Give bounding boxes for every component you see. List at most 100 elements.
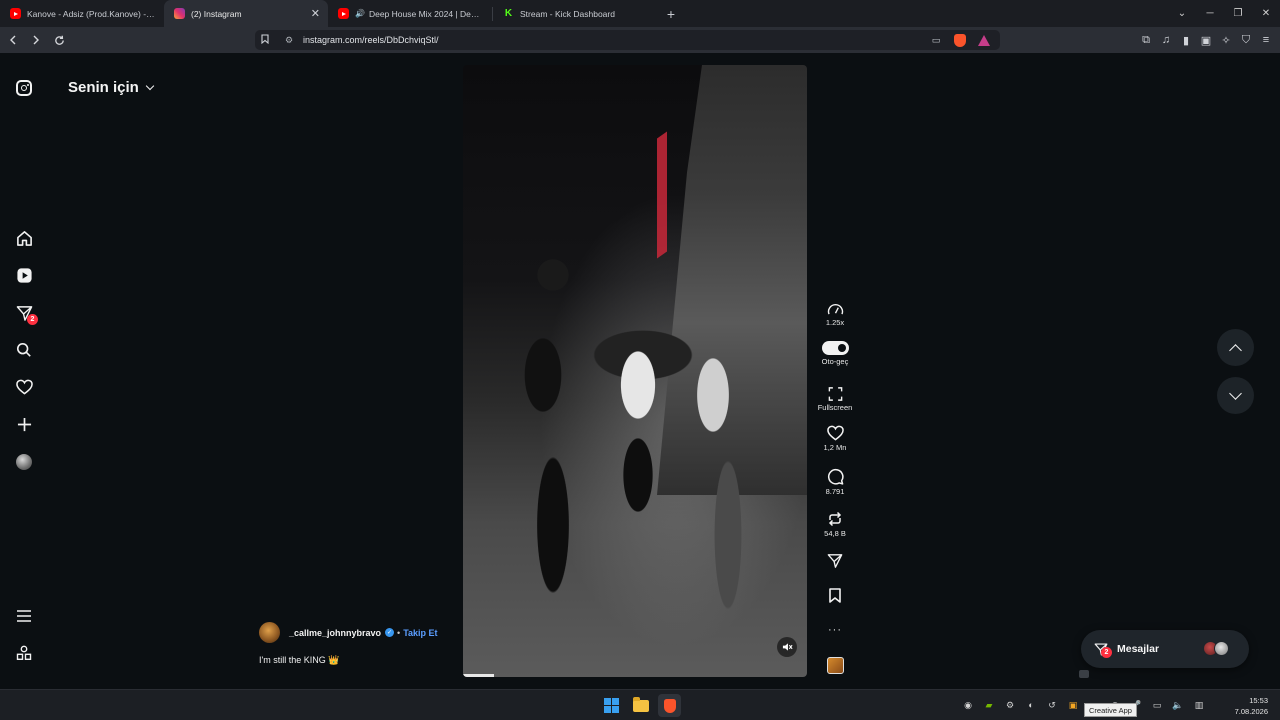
browser-toolbar: ⚙ instagram.com/reels/DbDchviqStl/ ▭ ⧉ ♫… [0, 27, 1280, 53]
nvidia-icon[interactable]: ▰ [981, 697, 997, 713]
reel-caption[interactable]: I'm still the KING 👑 [259, 655, 339, 666]
forward-button[interactable] [26, 30, 46, 50]
bookmark-icon[interactable] [255, 33, 275, 47]
mute-icon[interactable] [777, 637, 797, 657]
back-button[interactable] [3, 30, 23, 50]
fullscreen-label: Fullscreen [817, 403, 853, 412]
tab-search-chevron-icon[interactable]: ⌄ [1168, 0, 1196, 27]
browser-extensions: ⧉ ♫ ▮ ▣ ✧ ⛉ ≡ [1136, 30, 1276, 50]
repost-button[interactable]: 54,8 B [815, 511, 855, 538]
heart-icon[interactable] [14, 377, 34, 397]
profile-avatar[interactable] [14, 452, 34, 472]
scroll-indicator [1079, 670, 1089, 678]
reel-author: _callme_johnnybravo ✓ • Takip Et [259, 622, 438, 643]
extensions-icon[interactable]: ⧉ [1136, 30, 1156, 50]
menu-icon[interactable]: ≡ [1256, 30, 1276, 50]
previous-reel-button[interactable] [1217, 329, 1254, 366]
sidebar-icon[interactable]: ▮ [1176, 30, 1196, 50]
tab-deep-house[interactable]: 🔊 Deep House Mix 2024 | Deep House [328, 0, 492, 27]
creative-app-icon[interactable]: ▣ [1065, 697, 1081, 713]
instagram-logo-icon[interactable] [16, 80, 32, 96]
author-avatar[interactable] [259, 622, 280, 643]
address-bar[interactable]: ⚙ instagram.com/reels/DbDchviqStl/ ▭ [255, 30, 1000, 50]
speed-label: 1.25x [825, 318, 845, 327]
messages-label: Mesajlar [1117, 643, 1160, 655]
direct-messages-icon[interactable]: 2 [14, 303, 38, 325]
notification-badge: 2 [27, 314, 38, 325]
windows-logo-icon [603, 697, 620, 714]
follow-button[interactable]: Takip Et [403, 628, 437, 638]
brave-browser-button[interactable] [658, 694, 681, 717]
wallet-icon[interactable]: ▣ [1196, 30, 1216, 50]
vpn-icon[interactable]: ⛉ [1236, 30, 1256, 50]
search-icon[interactable] [14, 340, 34, 360]
create-plus-icon[interactable] [14, 414, 34, 434]
system-clock[interactable]: 15:53 7.08.2026 [1235, 695, 1268, 717]
speaker-icon[interactable]: 🔊 [355, 9, 365, 18]
chevron-up-icon [1229, 343, 1242, 357]
file-explorer-button[interactable] [629, 694, 652, 717]
more-options-button[interactable]: ··· [815, 622, 855, 636]
author-username[interactable]: _callme_johnnybravo [289, 628, 381, 638]
save-button[interactable] [815, 588, 855, 603]
messages-badge: 2 [1101, 647, 1112, 658]
feed-selector[interactable]: Senin için [68, 79, 155, 96]
chevron-down-icon [1229, 386, 1242, 400]
chevron-down-icon [145, 81, 155, 90]
youtube-icon [338, 8, 349, 19]
obs-icon[interactable]: ◉ [960, 697, 976, 713]
minimize-icon[interactable]: ─ [1196, 0, 1224, 27]
next-reel-button[interactable] [1217, 377, 1254, 414]
window-controls: ⌄ ─ ❐ ✕ [1168, 0, 1280, 27]
also-from-meta-icon[interactable] [14, 643, 34, 663]
url-text[interactable]: instagram.com/reels/DbDchviqStl/ [303, 35, 928, 45]
display-icon[interactable]: ▭ [1149, 697, 1165, 713]
volume-icon[interactable]: 🔈 [1170, 697, 1186, 713]
home-icon[interactable] [14, 228, 34, 248]
video-progress-bar[interactable] [463, 674, 494, 677]
messages-button[interactable]: 2 Mesajlar [1081, 630, 1249, 668]
brave-shields-icon[interactable] [952, 33, 968, 47]
discord-icon[interactable]: ◐ [1023, 697, 1039, 713]
tray-tooltip: Creative App [1084, 703, 1137, 717]
clock-date: 7.08.2026 [1234, 707, 1268, 716]
tab-title: Kanove - Adsiz (Prod.Kanove) - YouTube [27, 8, 156, 19]
media-icon[interactable]: ♫ [1156, 30, 1176, 50]
tab-youtube-kanove[interactable]: Kanove - Adsiz (Prod.Kanove) - YouTube [0, 0, 164, 27]
avatar [1214, 641, 1229, 656]
fullscreen-button[interactable]: Fullscreen [815, 387, 855, 412]
app-icon[interactable]: ↺ [1044, 697, 1060, 713]
brave-rewards-icon[interactable] [976, 33, 992, 47]
verified-badge-icon: ✓ [385, 628, 395, 637]
site-settings-icon[interactable]: ⚙ [281, 35, 297, 46]
youtube-icon [10, 8, 21, 19]
leo-ai-icon[interactable]: ✧ [1216, 30, 1236, 50]
audio-cover-image [826, 657, 844, 674]
toggle-switch[interactable] [821, 341, 849, 355]
comment-button[interactable]: 8.791 [815, 468, 855, 496]
more-menu-icon[interactable] [14, 606, 34, 626]
share-button[interactable] [815, 553, 855, 569]
reel-video[interactable] [463, 65, 807, 677]
cast-icon[interactable]: ▭ [928, 33, 944, 47]
direct-messages-icon: 2 [1094, 642, 1112, 658]
close-window-icon[interactable]: ✕ [1252, 0, 1280, 27]
tab-kick-dashboard[interactable]: K Stream - Kick Dashboard [493, 0, 657, 27]
start-button[interactable] [600, 694, 623, 717]
separator-dot: • [397, 627, 401, 638]
avatar [16, 454, 32, 470]
tab-title: (2) Instagram [191, 8, 242, 19]
close-tab-icon[interactable]: ✕ [311, 7, 320, 20]
like-button[interactable]: 1,2 Mn [815, 425, 855, 452]
reload-button[interactable] [49, 30, 69, 50]
audio-thumbnail[interactable] [815, 657, 855, 674]
autoplay-toggle[interactable]: Oto-geç [815, 341, 855, 366]
new-tab-button[interactable]: + [657, 0, 685, 27]
reels-icon[interactable] [14, 265, 34, 285]
kick-icon: K [504, 8, 513, 19]
steam-icon[interactable]: ⚙ [1002, 697, 1018, 713]
maximize-icon[interactable]: ❐ [1224, 0, 1252, 27]
battery-icon[interactable]: ▥ [1191, 697, 1207, 713]
playback-speed-button[interactable]: 1.25x [815, 303, 855, 327]
tab-instagram[interactable]: (2) Instagram ✕ [164, 0, 328, 27]
